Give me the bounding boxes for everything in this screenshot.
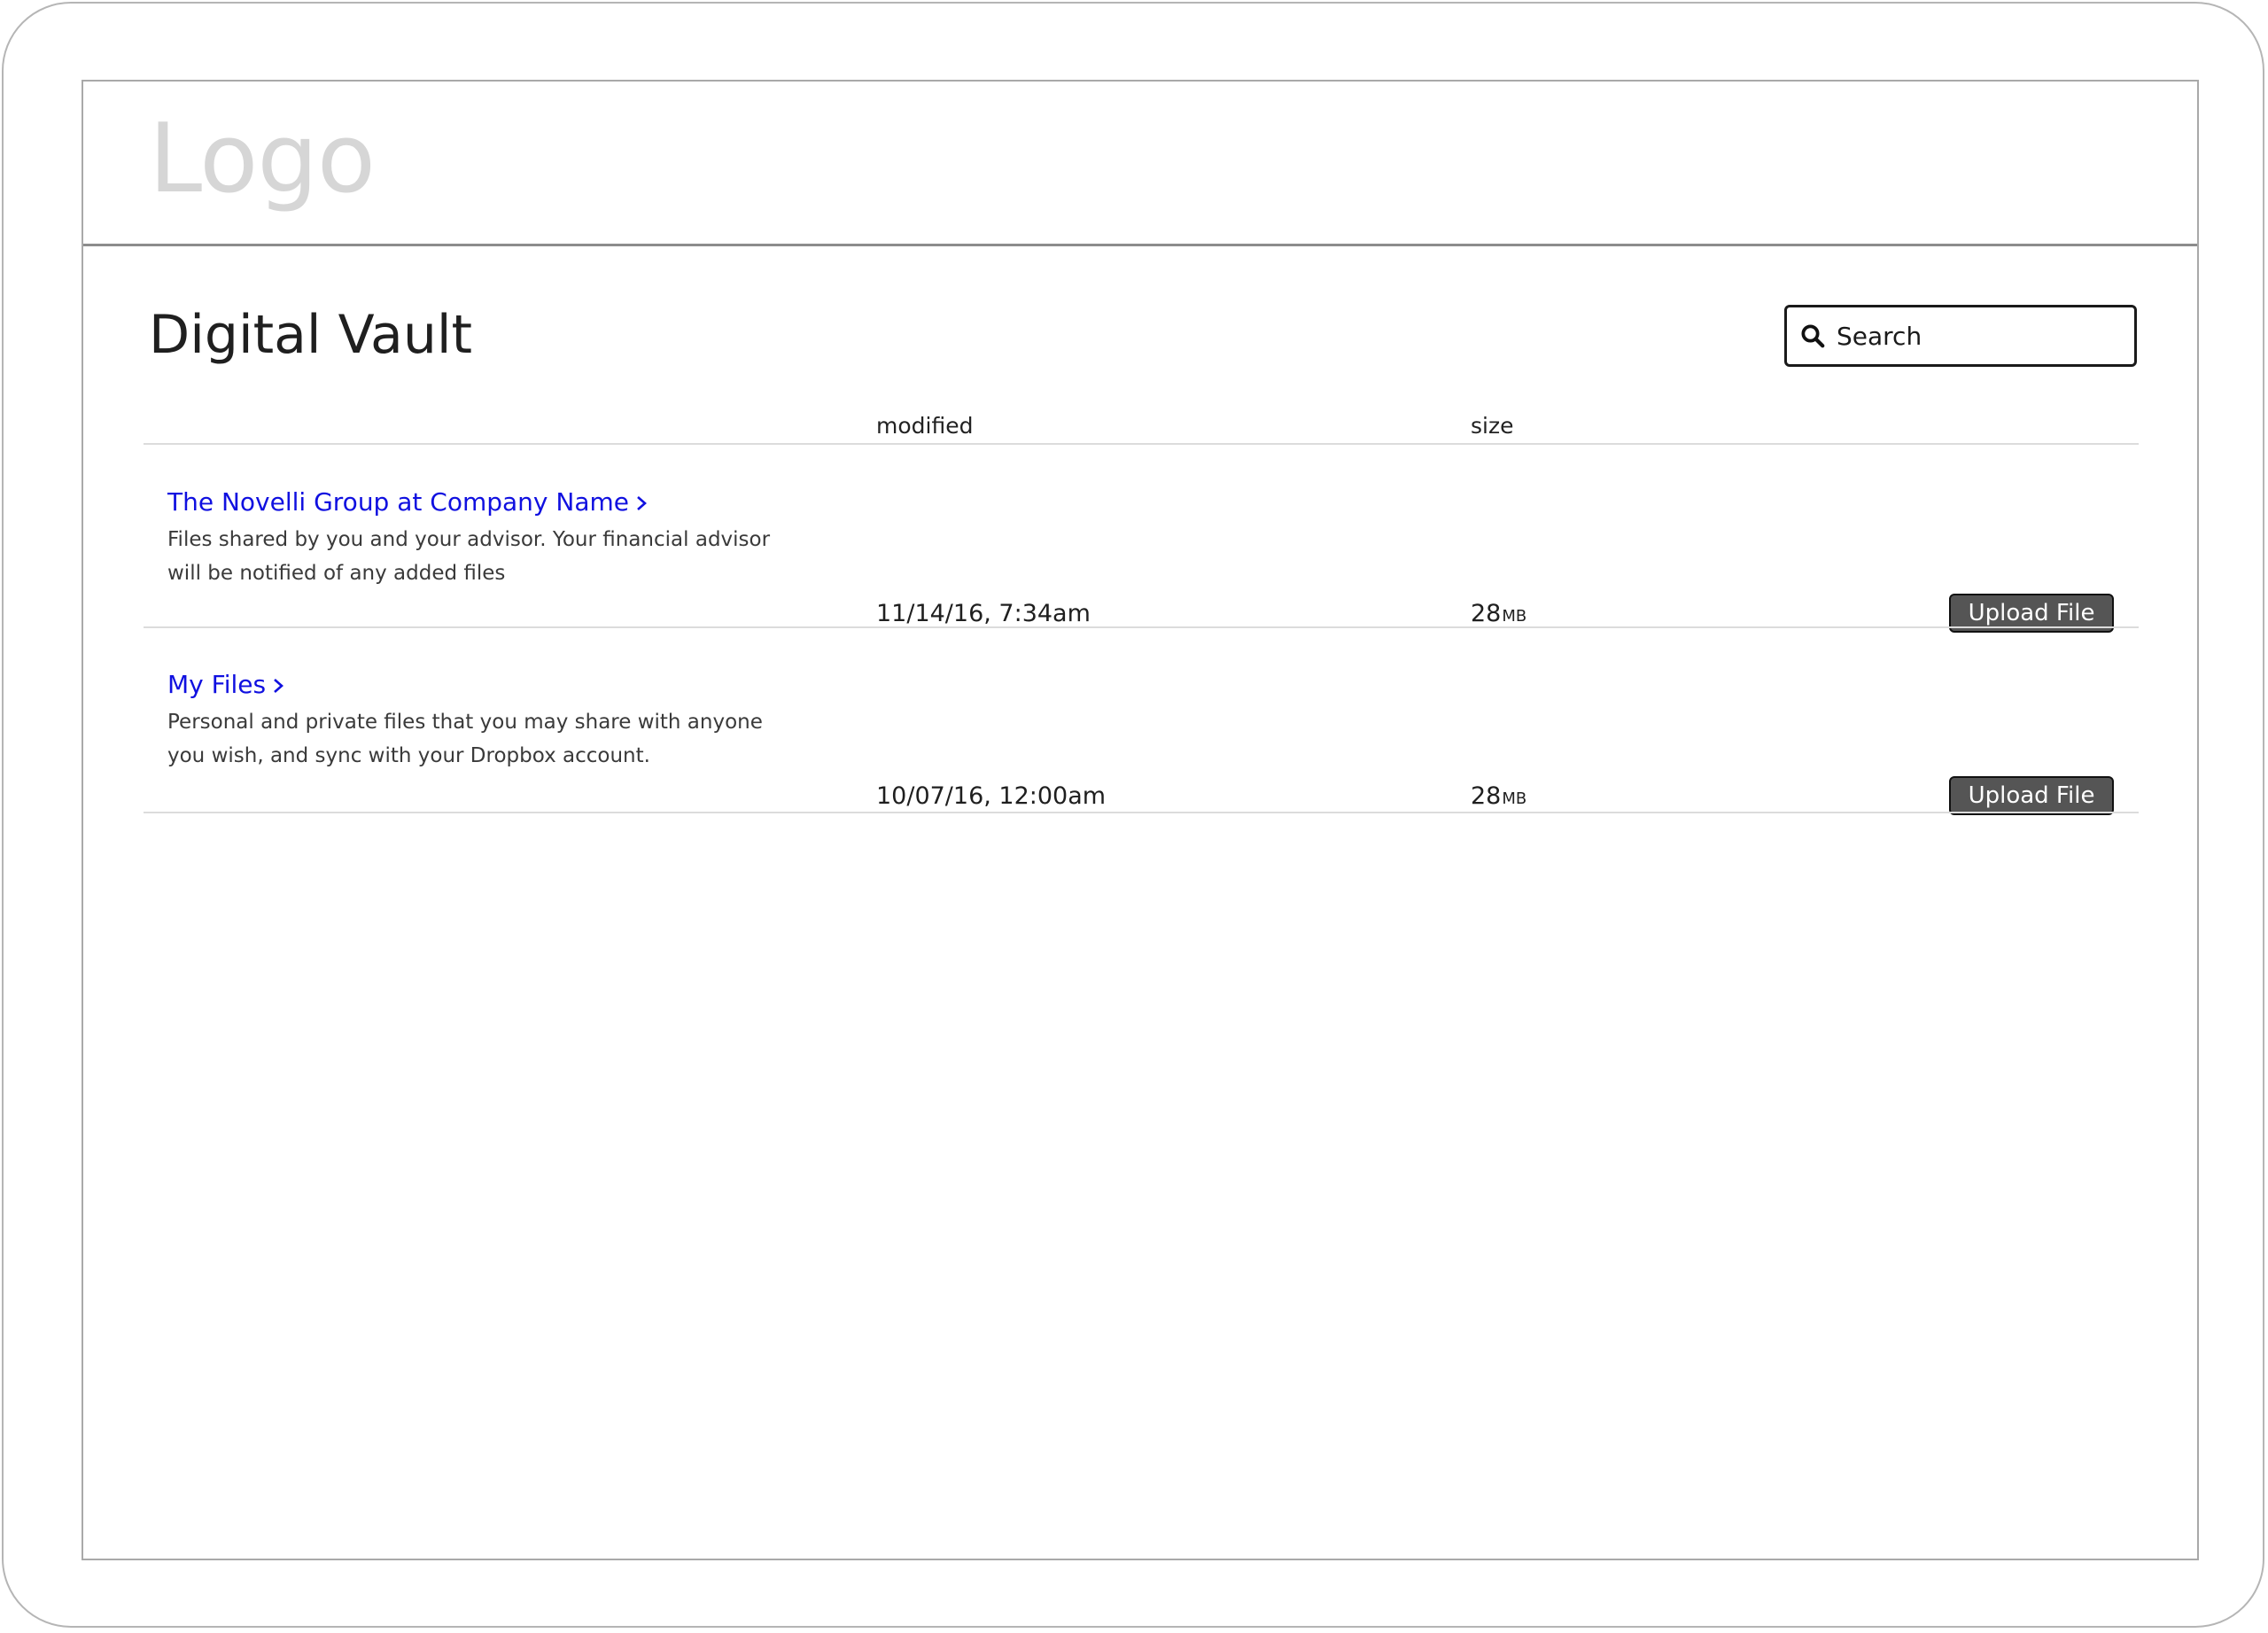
folder-title: My Files bbox=[167, 670, 267, 699]
file-size-unit: MB bbox=[1502, 607, 1527, 626]
column-header-modified[interactable]: modified bbox=[876, 411, 973, 441]
folder-description: Files shared by you and your advisor. Yo… bbox=[167, 528, 771, 585]
device-frame: Logo Digital Vault modified size The Nov… bbox=[2, 2, 2264, 1628]
folder-link-novelli-group[interactable]: The Novelli Group at Company Name bbox=[167, 486, 647, 519]
logo[interactable]: Logo bbox=[149, 106, 376, 213]
modified-date: 10/07/16, 12:00am bbox=[876, 782, 1107, 810]
chevron-right-icon bbox=[637, 496, 647, 510]
search-box[interactable] bbox=[1784, 305, 2137, 367]
table-row: The Novelli Group at Company Name Files … bbox=[144, 486, 2139, 668]
folder-description: Personal and private files that you may … bbox=[167, 711, 763, 767]
app-window: Logo Digital Vault modified size The Nov… bbox=[82, 80, 2199, 1560]
row-divider bbox=[144, 626, 2139, 628]
folder-link-my-files[interactable]: My Files bbox=[167, 668, 284, 702]
file-size: 28MB bbox=[1471, 780, 1526, 816]
chevron-right-icon bbox=[274, 679, 284, 693]
column-header-size[interactable]: size bbox=[1471, 411, 1513, 441]
upload-file-button[interactable]: Upload File bbox=[1949, 776, 2114, 815]
table-row: My Files Personal and private files that… bbox=[144, 668, 2139, 851]
table-header-divider bbox=[144, 443, 2139, 445]
search-icon bbox=[1801, 324, 1825, 348]
page-title: Digital Vault bbox=[149, 304, 473, 366]
file-size-unit: MB bbox=[1502, 789, 1527, 808]
row-divider bbox=[144, 812, 2139, 813]
folder-title: The Novelli Group at Company Name bbox=[167, 487, 629, 517]
file-size-value: 28 bbox=[1471, 600, 1502, 627]
site-header: Logo bbox=[83, 82, 2197, 246]
search-input[interactable] bbox=[1837, 321, 2120, 351]
file-size-value: 28 bbox=[1471, 782, 1502, 810]
